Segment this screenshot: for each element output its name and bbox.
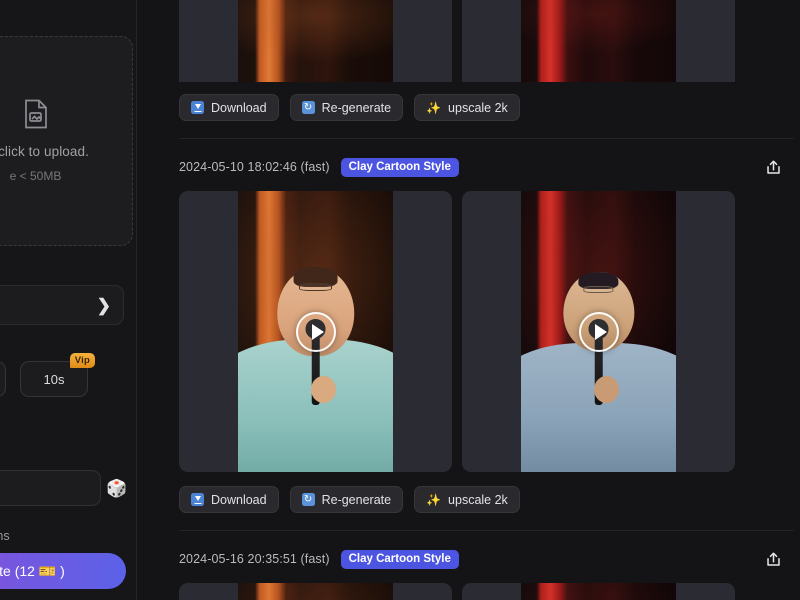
subject-glasses bbox=[299, 283, 332, 291]
share-icon[interactable] bbox=[765, 159, 782, 176]
entry-timestamp: 2024-05-10 18:02:46 (fast) bbox=[179, 160, 330, 174]
download-label: Download bbox=[211, 100, 267, 115]
entry-actions: Download ↻ Re-generate ✨ upscale 2k bbox=[179, 94, 800, 121]
duration-label: 10s bbox=[43, 371, 65, 387]
download-icon bbox=[191, 101, 204, 114]
subject-glasses bbox=[583, 285, 614, 293]
upload-dropzone[interactable]: or click to upload. e < 50MB bbox=[0, 36, 133, 246]
entry-timestamp: 2024-05-16 20:35:51 (fast) bbox=[179, 552, 330, 566]
video-grid bbox=[179, 0, 800, 82]
result-entry: 2024-05-10 18:02:46 (fast) Clay Cartoon … bbox=[179, 153, 800, 531]
refresh-icon: ↻ bbox=[301, 101, 315, 114]
subject-hand bbox=[593, 376, 619, 404]
upscale-button[interactable]: ✨ upscale 2k bbox=[414, 486, 520, 513]
regenerate-label: Re-generate bbox=[321, 100, 392, 115]
subject-hand bbox=[310, 376, 336, 404]
video-frame bbox=[238, 0, 393, 82]
dropzone-size-hint: e < 50MB bbox=[9, 169, 62, 183]
video-card[interactable] bbox=[462, 191, 735, 472]
prompt-input[interactable] bbox=[0, 470, 101, 506]
upscale-label: upscale 2k bbox=[448, 100, 508, 115]
left-sidebar-panel: or click to upload. e < 50MB on Style ❯ … bbox=[0, 0, 137, 600]
download-label: Download bbox=[211, 492, 267, 507]
chevron-right-icon: ❯ bbox=[96, 295, 111, 315]
entry-divider bbox=[179, 138, 794, 139]
regenerate-button[interactable]: ↻ Re-generate bbox=[289, 94, 404, 121]
video-frame bbox=[521, 583, 676, 600]
sparkles-icon: ✨ bbox=[426, 100, 442, 115]
video-grid bbox=[179, 191, 800, 472]
sparkles-icon: ✨ bbox=[426, 492, 442, 507]
play-button[interactable] bbox=[295, 311, 336, 352]
style-badge: Clay Cartoon Style bbox=[340, 549, 459, 569]
duration-options: s 10s Vip bbox=[0, 353, 95, 397]
video-thumbnail bbox=[238, 583, 393, 600]
dropzone-primary-text: or click to upload. bbox=[0, 144, 89, 159]
result-entry: Download ↻ Re-generate ✨ upscale 2k bbox=[179, 0, 800, 139]
eta-text: about 6 mins bbox=[0, 529, 10, 543]
video-thumbnail bbox=[521, 583, 676, 600]
regenerate-button[interactable]: ↻ Re-generate bbox=[289, 486, 404, 513]
subject-figure bbox=[521, 264, 676, 472]
video-frame bbox=[521, 0, 676, 82]
entry-divider bbox=[179, 530, 794, 531]
app-root: or click to upload. e < 50MB on Style ❯ … bbox=[0, 0, 800, 600]
download-icon bbox=[191, 493, 204, 506]
share-icon[interactable] bbox=[765, 551, 782, 568]
download-button[interactable]: Download bbox=[179, 486, 279, 513]
refresh-icon: ↻ bbox=[301, 493, 315, 506]
file-image-icon bbox=[23, 99, 49, 134]
style-selector[interactable]: on Style ❯ bbox=[0, 285, 124, 325]
play-button[interactable] bbox=[578, 311, 619, 352]
entry-actions: Download ↻ Re-generate ✨ upscale 2k bbox=[179, 486, 800, 513]
upscale-label: upscale 2k bbox=[448, 492, 508, 507]
video-thumbnail bbox=[238, 0, 393, 82]
generate-button[interactable]: te (12 🎫 ) bbox=[0, 553, 126, 589]
regenerate-label: Re-generate bbox=[321, 492, 392, 507]
download-button[interactable]: Download bbox=[179, 94, 279, 121]
duration-option-5s[interactable]: s bbox=[0, 361, 6, 397]
vip-badge: Vip bbox=[69, 353, 95, 368]
video-card[interactable] bbox=[462, 0, 735, 82]
video-grid bbox=[179, 583, 800, 600]
style-badge: Clay Cartoon Style bbox=[340, 157, 459, 177]
entry-header: 2024-05-10 18:02:46 (fast) Clay Cartoon … bbox=[179, 153, 800, 181]
duration-option-10s[interactable]: 10s Vip bbox=[20, 353, 95, 397]
video-card[interactable] bbox=[179, 191, 452, 472]
results-feed: Download ↻ Re-generate ✨ upscale 2k 2024… bbox=[137, 0, 800, 600]
dice-icon[interactable]: 🎲 bbox=[106, 477, 128, 499]
video-card[interactable] bbox=[462, 583, 735, 600]
subject-figure bbox=[238, 264, 393, 472]
video-frame bbox=[238, 583, 393, 600]
video-thumbnail bbox=[521, 0, 676, 82]
upscale-button[interactable]: ✨ upscale 2k bbox=[414, 94, 520, 121]
video-card[interactable] bbox=[179, 0, 452, 82]
entry-header: 2024-05-16 20:35:51 (fast) Clay Cartoon … bbox=[179, 545, 800, 573]
result-entry: 2024-05-16 20:35:51 (fast) Clay Cartoon … bbox=[179, 545, 800, 600]
video-card[interactable] bbox=[179, 583, 452, 600]
